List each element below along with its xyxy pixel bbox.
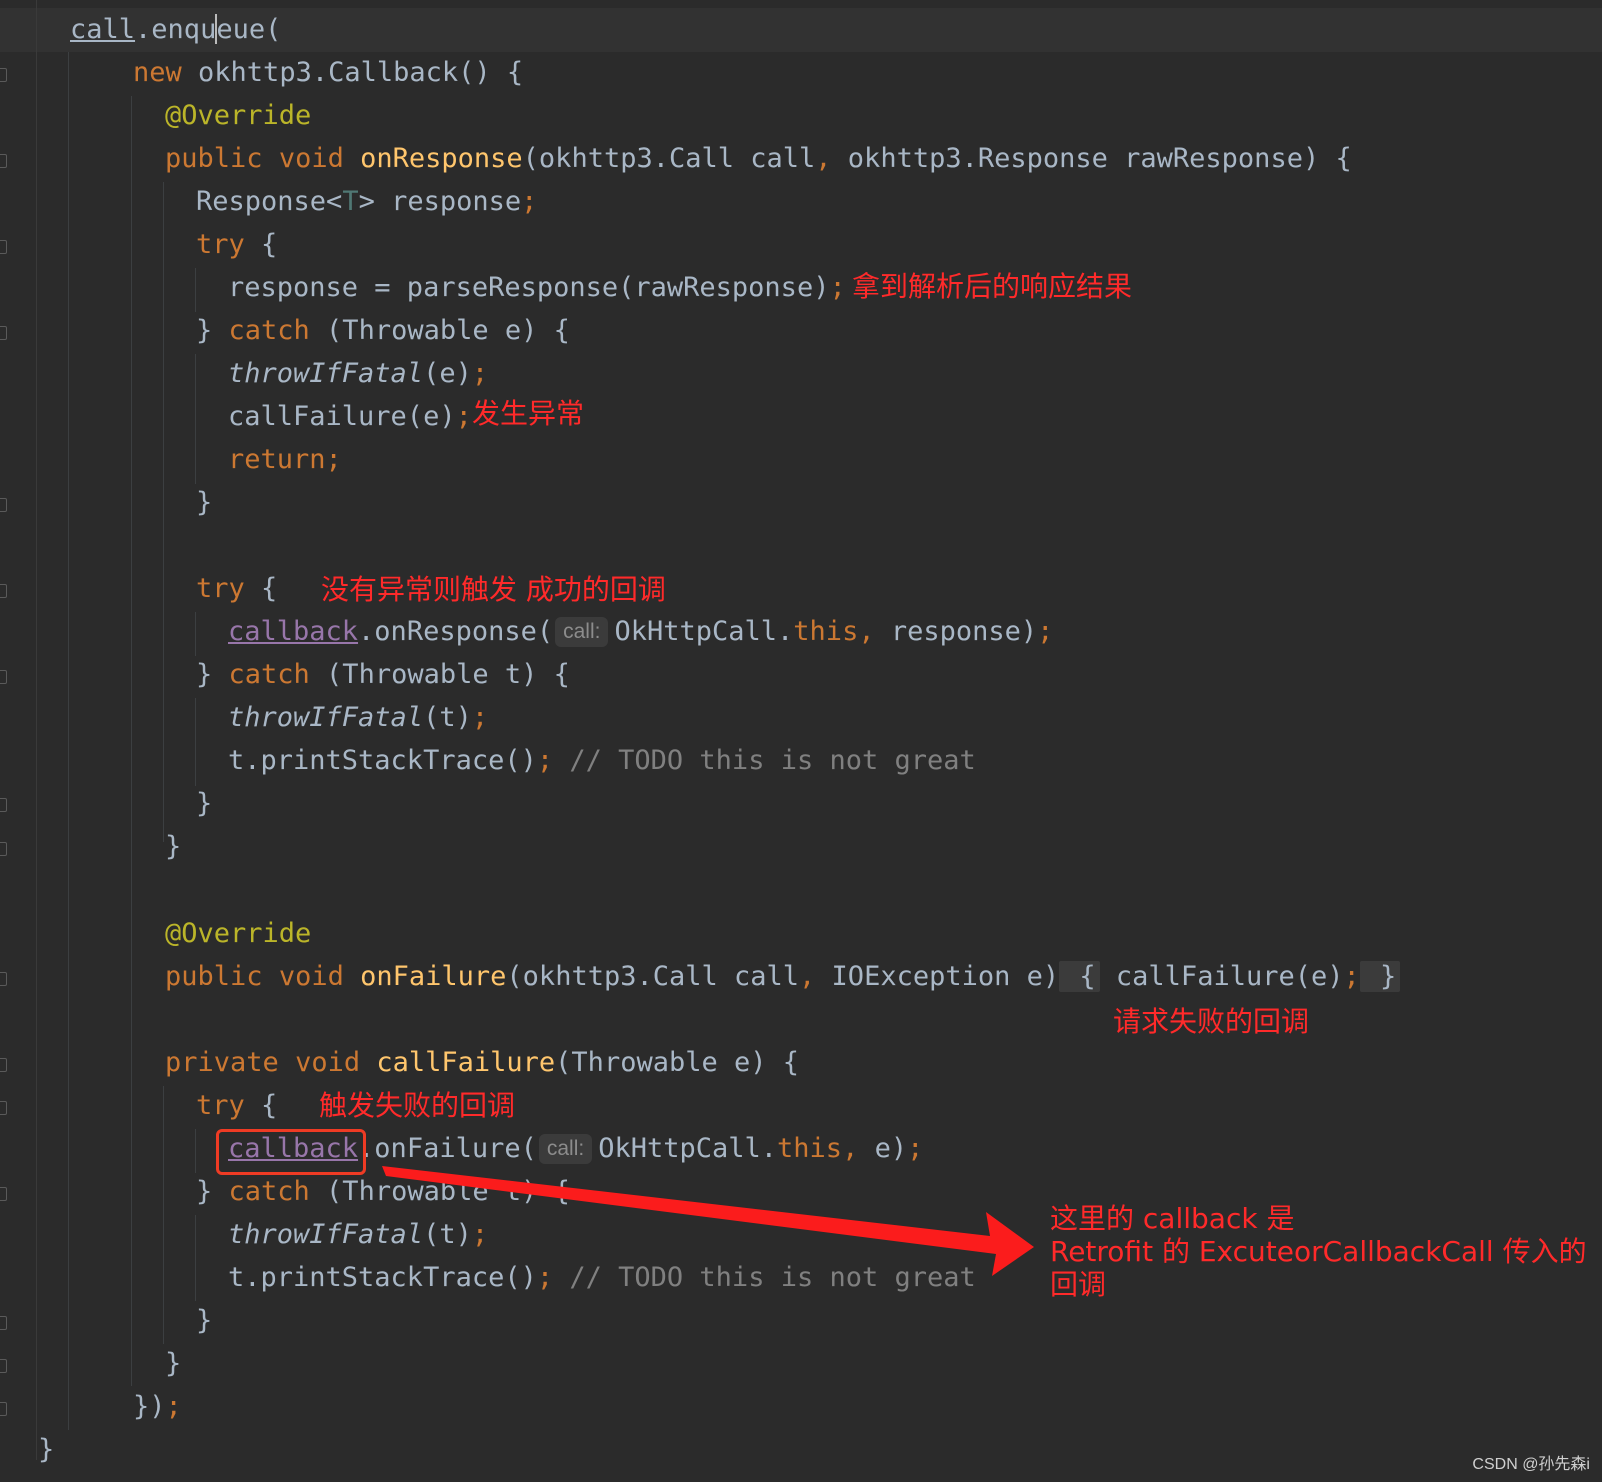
- indent-guide: [195, 354, 196, 484]
- indent-guide: [195, 698, 196, 786]
- todo-comment: // TODO this is not great: [553, 1262, 976, 1293]
- code-line-29[interactable]: }: [165, 1342, 181, 1386]
- fold-marker-icon[interactable]: [0, 1101, 7, 1115]
- code-line-2[interactable]: new okhttp3.Callback() {: [133, 51, 523, 95]
- code-line-6[interactable]: try {: [196, 223, 277, 267]
- code-line-1[interactable]: call.enqueue(: [70, 8, 281, 52]
- code-line-31[interactable]: }: [38, 1428, 54, 1472]
- fold-marker-icon[interactable]: [0, 326, 7, 340]
- code-line-10[interactable]: callFailure(e);: [228, 395, 472, 439]
- watermark: CSDN @孙先森i: [1472, 1456, 1590, 1473]
- fold-marker-icon[interactable]: [0, 842, 7, 856]
- code-editor[interactable]: call.enqueue( new okhttp3.Callback() { @…: [0, 0, 1602, 1482]
- code-line-30[interactable]: });: [133, 1385, 182, 1429]
- callback-field[interactable]: callback: [228, 616, 358, 647]
- fold-marker-icon[interactable]: [0, 240, 7, 254]
- code-line-14[interactable]: callback.onResponse(call: OkHttpCall.this…: [228, 610, 1053, 654]
- code-line-25[interactable]: } catch (Throwable t) {: [196, 1170, 570, 1214]
- gutter-edge: [36, 0, 37, 1460]
- fold-marker-icon[interactable]: [0, 1402, 7, 1416]
- fold-marker-icon[interactable]: [0, 498, 7, 512]
- code-line-8[interactable]: } catch (Throwable e) {: [196, 309, 570, 353]
- fold-marker-icon[interactable]: [0, 584, 7, 598]
- note-failure-callback-trigger: 触发失败的回调: [319, 1089, 516, 1122]
- indent-guide: [163, 182, 164, 842]
- code-line-7[interactable]: response = parseResponse(rawResponse);: [228, 266, 846, 310]
- code-line-12[interactable]: }: [196, 481, 212, 525]
- fold-marker-icon[interactable]: [0, 1058, 7, 1072]
- code-line-4[interactable]: public void onResponse(okhttp3.Call call…: [165, 137, 1352, 181]
- fold-marker-icon[interactable]: [0, 1316, 7, 1330]
- fold-marker-icon[interactable]: [0, 1187, 7, 1201]
- note-failure-callback-request: 请求失败的回调: [1113, 1005, 1310, 1038]
- folded-region-open[interactable]: {: [1059, 961, 1100, 992]
- code-line-23[interactable]: try {: [196, 1084, 277, 1128]
- token-call: call: [70, 14, 136, 45]
- note-success-callback: 没有异常则触发 成功的回调: [321, 573, 666, 606]
- code-line-11[interactable]: return;: [228, 438, 342, 482]
- indent-guide: [195, 268, 196, 312]
- callback-highlight-box: [216, 1129, 366, 1175]
- code-line-20[interactable]: @Override: [165, 912, 311, 956]
- indent-guide: [131, 96, 132, 1386]
- note-exception: 发生异常: [472, 397, 585, 430]
- indent-guide: [68, 52, 69, 1430]
- indent-guide: [195, 1215, 196, 1301]
- code-line-19[interactable]: }: [165, 825, 181, 869]
- code-line-15[interactable]: } catch (Throwable t) {: [196, 653, 570, 697]
- fold-marker-icon[interactable]: [0, 972, 7, 986]
- fold-marker-icon[interactable]: [0, 154, 7, 168]
- note-parsed-result: 拿到解析后的响应结果: [852, 270, 1133, 303]
- code-line-22[interactable]: private void callFailure(Throwable e) {: [165, 1041, 799, 1085]
- code-line-13[interactable]: try {: [196, 567, 277, 611]
- fold-marker-icon[interactable]: [0, 798, 7, 812]
- fold-marker-icon[interactable]: [0, 1359, 7, 1373]
- parameter-hint: call:: [555, 617, 609, 647]
- code-line-28[interactable]: }: [196, 1299, 212, 1343]
- parameter-hint: call:: [538, 1134, 593, 1164]
- indent-guide: [195, 1129, 196, 1173]
- code-line-27[interactable]: t.printStackTrace(); // TODO this is not…: [228, 1256, 976, 1300]
- fold-marker-icon[interactable]: [0, 68, 7, 82]
- code-line-21[interactable]: public void onFailure(okhttp3.Call call,…: [165, 955, 1401, 999]
- todo-comment: // TODO this is not great: [553, 745, 976, 776]
- code-line-5[interactable]: Response<T> response;: [196, 180, 537, 224]
- note-callback-origin-3: 回调: [1050, 1268, 1107, 1301]
- note-callback-origin-1: 这里的 callback 是: [1050, 1202, 1295, 1235]
- code-line-18[interactable]: }: [196, 782, 212, 826]
- code-line-3[interactable]: @Override: [165, 94, 311, 138]
- fold-marker-icon[interactable]: [0, 670, 7, 684]
- folded-region-close[interactable]: }: [1359, 961, 1401, 992]
- code-line-17[interactable]: t.printStackTrace(); // TODO this is not…: [228, 739, 976, 783]
- indent-guide: [195, 612, 196, 656]
- code-line-16[interactable]: throwIfFatal(t);: [228, 696, 488, 740]
- note-callback-origin-2: Retrofit 的 ExcuteorCallbackCall 传入的: [1050, 1235, 1587, 1268]
- indent-guide: [163, 1086, 164, 1344]
- code-line-26[interactable]: throwIfFatal(t);: [228, 1213, 488, 1257]
- code-line-9[interactable]: throwIfFatal(e);: [228, 352, 488, 396]
